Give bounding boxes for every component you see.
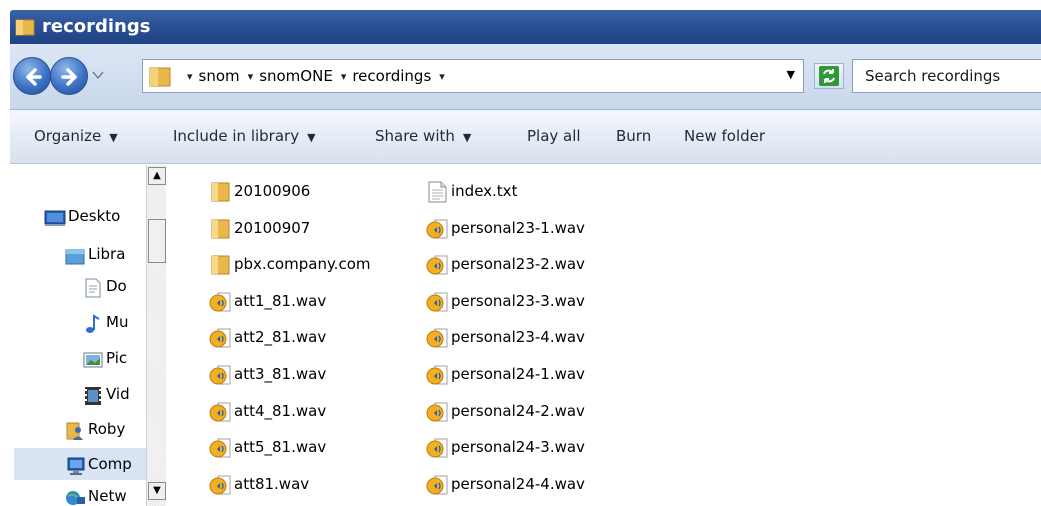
new-folder-button[interactable]: New folder xyxy=(684,127,765,145)
include-in-library-button[interactable]: Include in library ▼ xyxy=(173,127,316,145)
audio-file-icon xyxy=(426,402,448,422)
scroll-down-arrow-icon[interactable]: ▼ xyxy=(148,482,166,500)
nav-item-label: Deskto xyxy=(68,207,121,225)
network-icon xyxy=(66,491,85,505)
breadcrumb-item[interactable]: recordings xyxy=(352,67,431,85)
file-name: att5_81.wav xyxy=(234,438,327,457)
breadcrumb-item[interactable]: snom xyxy=(199,67,240,85)
organize-label: Organize xyxy=(34,127,102,145)
desktop-icon xyxy=(44,210,66,226)
nav-pane-scrollbar[interactable]: ▲ ▼ xyxy=(146,165,166,506)
scroll-up-arrow-icon[interactable]: ▲ xyxy=(148,167,166,185)
scrollbar-thumb[interactable] xyxy=(148,219,166,263)
file-name: personal23-4.wav xyxy=(451,328,585,347)
nav-item-label: Roby xyxy=(88,420,126,438)
nav-item-label: Vid xyxy=(106,385,130,403)
file-name: personal23-2.wav xyxy=(451,255,585,274)
play-all-button[interactable]: Play all xyxy=(527,127,581,145)
audio-file-icon xyxy=(426,219,448,239)
window-title: recordings xyxy=(42,16,151,37)
file-name: personal24-4.wav xyxy=(451,474,585,493)
folder-icon xyxy=(15,19,35,36)
file-name: att81.wav xyxy=(234,474,310,493)
breadcrumb: ▾ snom ▾ snomONE ▾ recordings ▾ xyxy=(187,67,451,85)
audio-file-icon xyxy=(209,438,231,458)
audio-file-icon xyxy=(209,475,231,495)
file-name: att3_81.wav xyxy=(234,365,327,383)
nav-item-label: Libra xyxy=(88,245,126,263)
nav-item-label: Do xyxy=(106,277,127,295)
nav-item-label: Pic xyxy=(106,349,128,367)
organize-button[interactable]: Organize ▼ xyxy=(34,127,118,145)
chevron-down-icon: ▼ xyxy=(109,131,118,144)
music-icon xyxy=(86,314,100,333)
videos-icon xyxy=(85,387,101,405)
chevron-down-icon: ▼ xyxy=(462,131,472,144)
audio-file-icon xyxy=(209,402,231,422)
audio-file-icon xyxy=(426,292,448,312)
audio-file-icon xyxy=(426,475,448,495)
folder-icon xyxy=(149,67,171,87)
address-row: ▾ snom ▾ snomONE ▾ recordings ▾ ▼ Search… xyxy=(10,44,1041,110)
audio-file-icon xyxy=(209,292,231,312)
audio-file-icon xyxy=(209,328,231,348)
file-name: pbx.company.com xyxy=(234,255,371,274)
audio-file-icon xyxy=(426,328,448,348)
file-name: personal24-3.wav xyxy=(451,438,585,457)
back-button[interactable] xyxy=(13,57,51,95)
include-in-library-label: Include in library xyxy=(173,127,300,145)
address-history-dropdown-icon[interactable]: ▼ xyxy=(787,68,795,81)
breadcrumb-chevron-icon[interactable]: ▾ xyxy=(248,70,254,83)
nav-item-label: Comp xyxy=(88,455,132,473)
file-name: personal23-1.wav xyxy=(451,218,585,237)
folder-icon xyxy=(211,182,230,202)
nav-item-label: Netw xyxy=(88,487,127,505)
audio-file-icon xyxy=(209,365,231,385)
forward-button[interactable] xyxy=(50,57,88,95)
file-name: att1_81.wav xyxy=(234,291,327,310)
file-list: 20100906 20100907 pbx.company.com att1_81.w… xyxy=(166,165,1041,506)
search-placeholder: Search recordings xyxy=(865,67,1001,85)
file-name: personal24-2.wav xyxy=(451,401,585,420)
share-with-button[interactable]: Share with ▼ xyxy=(375,127,471,145)
file-name: att4_81.wav xyxy=(234,401,327,420)
arrow-right-icon xyxy=(61,68,77,86)
breadcrumb-chevron-icon[interactable]: ▾ xyxy=(187,70,193,83)
audio-file-icon xyxy=(426,438,448,458)
nav-item-label: Mu xyxy=(106,313,129,331)
breadcrumb-chevron-icon[interactable]: ▾ xyxy=(341,70,347,83)
file-name: index.txt xyxy=(451,182,518,200)
file-name: personal24-1.wav xyxy=(451,365,585,383)
documents-icon xyxy=(85,278,101,298)
share-with-label: Share with xyxy=(375,127,455,145)
breadcrumb-item[interactable]: snomONE xyxy=(259,67,333,85)
address-bar[interactable]: ▾ snom ▾ snomONE ▾ recordings ▾ ▼ xyxy=(142,59,804,93)
text-file-icon xyxy=(428,181,447,203)
title-bar: recordings xyxy=(10,10,1041,44)
command-bar: Organize ▼ Include in library ▼ Share with… xyxy=(10,110,1041,164)
user-icon xyxy=(66,422,83,440)
pictures-icon xyxy=(83,352,103,368)
computer-icon xyxy=(67,457,85,475)
refresh-icon xyxy=(819,66,839,86)
search-input[interactable]: Search recordings xyxy=(852,59,1041,93)
arrow-left-icon xyxy=(26,68,42,86)
breadcrumb-chevron-icon[interactable]: ▾ xyxy=(439,70,445,83)
libraries-icon xyxy=(65,249,85,265)
recent-pages-chevron-icon[interactable] xyxy=(92,70,104,80)
audio-file-icon xyxy=(426,255,448,275)
folder-icon xyxy=(211,255,230,275)
burn-button[interactable]: Burn xyxy=(616,127,651,145)
refresh-button[interactable] xyxy=(814,63,844,89)
file-name: 20100906 xyxy=(234,182,311,200)
chevron-down-icon: ▼ xyxy=(307,131,316,144)
file-name: att2_81.wav xyxy=(234,328,327,347)
file-name: personal23-3.wav xyxy=(451,291,585,310)
audio-file-icon xyxy=(426,365,448,385)
folder-icon xyxy=(211,219,230,239)
navigation-pane: Deskto Libra Do Mu Pic Vid Roby Comp Net… xyxy=(10,165,166,506)
file-name: 20100907 xyxy=(234,218,311,237)
